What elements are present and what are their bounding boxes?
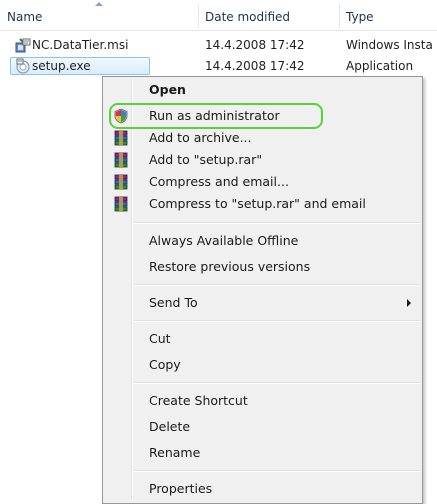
menu-item-label: Add to archive...	[149, 130, 252, 145]
menu-item-label: Create Shortcut	[149, 393, 248, 408]
sort-ascending-icon	[95, 2, 103, 6]
menu-item-label: Send To	[149, 295, 198, 310]
column-header-bar: Name Date modified Type	[0, 0, 437, 31]
submenu-arrow-icon	[407, 299, 411, 307]
winrar-archive-icon	[114, 130, 128, 146]
menu-item-label: Restore previous versions	[149, 259, 311, 274]
menu-item-rename[interactable]: Rename	[105, 442, 420, 464]
menu-item-label: Compress to "setup.rar" and email	[149, 196, 366, 211]
menu-separator	[134, 382, 420, 384]
menu-item-add-to-archive[interactable]: Add to archive...	[105, 127, 420, 149]
menu-separator	[134, 284, 420, 286]
menu-item-delete[interactable]: Delete	[105, 416, 420, 438]
menu-item-label: Compress and email...	[149, 174, 289, 189]
menu-separator	[134, 222, 420, 224]
file-type: Windows Insta	[346, 38, 433, 52]
menu-item-label: Rename	[149, 445, 201, 460]
menu-item-compress-to-rar-and-email[interactable]: Compress to "setup.rar" and email	[105, 193, 420, 215]
menu-item-compress-and-email[interactable]: Compress and email...	[105, 171, 420, 193]
file-type: Application	[346, 59, 414, 73]
file-name: setup.exe	[32, 59, 91, 73]
menu-item-label: Cut	[149, 331, 171, 346]
file-date-modified: 14.4.2008 17:42	[205, 38, 305, 52]
winrar-archive-icon	[114, 152, 128, 168]
menu-item-create-shortcut[interactable]: Create Shortcut	[105, 390, 420, 412]
column-header-date-modified[interactable]: Date modified	[198, 0, 339, 30]
context-menu: Open Run as administrator Add to archive…	[102, 76, 423, 504]
menu-item-send-to[interactable]: Send To	[105, 292, 420, 314]
menu-item-cut[interactable]: Cut	[105, 328, 420, 350]
file-date-modified: 14.4.2008 17:42	[205, 59, 305, 73]
file-name: NC.DataTier.msi	[32, 38, 129, 52]
highlight-ring	[109, 103, 323, 129]
file-row[interactable]: setup.exe 14.4.2008 17:42 Application	[0, 57, 437, 75]
menu-item-label: Open	[149, 82, 186, 97]
menu-item-always-available-offline[interactable]: Always Available Offline	[105, 230, 420, 252]
winrar-archive-icon	[114, 174, 128, 190]
menu-item-label: Add to "setup.rar"	[149, 152, 263, 167]
menu-item-label: Always Available Offline	[149, 233, 299, 248]
winrar-archive-icon	[114, 196, 128, 212]
menu-item-label: Delete	[149, 419, 191, 434]
menu-item-restore-previous-versions[interactable]: Restore previous versions	[105, 256, 420, 278]
menu-item-label: Copy	[149, 357, 181, 372]
msi-installer-icon	[15, 38, 31, 53]
menu-separator	[134, 320, 420, 322]
file-row[interactable]: NC.DataTier.msi 14.4.2008 17:42 Windows …	[0, 36, 437, 54]
menu-item-properties[interactable]: Properties	[105, 478, 420, 500]
menu-item-add-to-setup-rar[interactable]: Add to "setup.rar"	[105, 149, 420, 171]
menu-separator	[134, 470, 420, 472]
menu-item-copy[interactable]: Copy	[105, 354, 420, 376]
column-header-type[interactable]: Type	[339, 0, 437, 30]
menu-item-label: Properties	[149, 481, 213, 496]
setup-exe-icon	[16, 58, 30, 74]
menu-item-open[interactable]: Open	[105, 79, 420, 101]
